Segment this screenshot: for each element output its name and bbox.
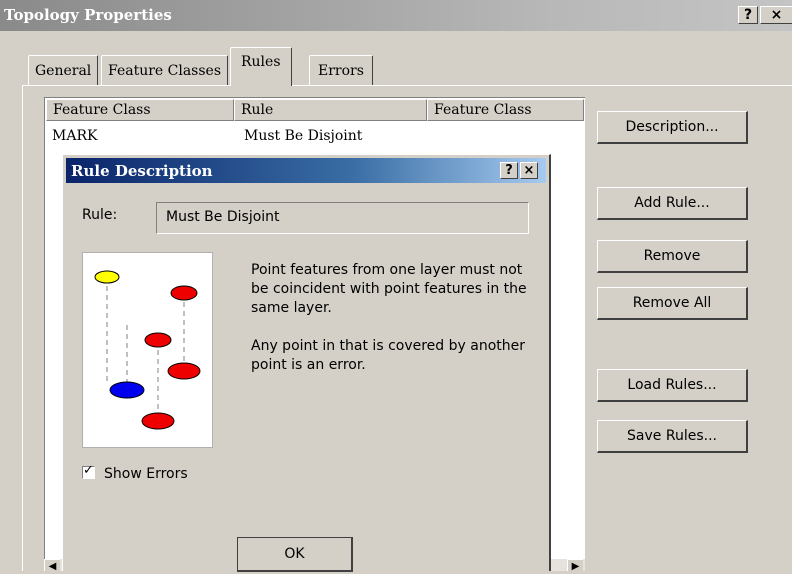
tab-rules[interactable]: Rules (230, 47, 292, 86)
rule-diagram-image (82, 252, 213, 448)
disjoint-points-illustration (94, 270, 201, 430)
dialog-close-button[interactable]: × (520, 162, 538, 179)
remove-all-button[interactable]: Remove All (597, 287, 748, 320)
save-rules-button[interactable]: Save Rules... (597, 420, 748, 453)
ok-button[interactable]: OK (237, 537, 353, 572)
red-point-icon (170, 285, 198, 301)
rule-description-text: Point features from one layer must not b… (251, 261, 531, 394)
yellow-point-icon (94, 270, 120, 284)
red-point-icon (167, 362, 201, 380)
help-button[interactable]: ? (738, 6, 758, 24)
load-rules-button[interactable]: Load Rules... (597, 369, 748, 402)
remove-button[interactable]: Remove (597, 240, 748, 273)
description-paragraph-1: Point features from one layer must not b… (251, 262, 527, 316)
show-errors-label: Show Errors (104, 466, 188, 482)
window-title: Topology Properties (4, 6, 172, 24)
show-errors-checkbox[interactable]: ✓ Show Errors (82, 463, 188, 482)
add-rule-button[interactable]: Add Rule... (597, 187, 748, 220)
checkbox-checked-icon[interactable]: ✓ (82, 463, 95, 479)
column-header-feature-class[interactable]: Feature Class (46, 99, 234, 121)
row-feature-class: MARK (52, 128, 98, 144)
scroll-right-arrow-icon[interactable]: ▶ (567, 559, 583, 572)
rule-description-dialog: Rule Description ? × Rule: Must Be Disjo… (62, 154, 551, 572)
description-button[interactable]: Description... (597, 111, 748, 144)
scroll-left-arrow-icon[interactable]: ◀ (44, 559, 60, 572)
rule-label: Rule: (82, 207, 118, 223)
row-rule: Must Be Disjoint (244, 128, 363, 144)
dialog-title: Rule Description (71, 162, 213, 180)
column-header-feature-class-2[interactable]: Feature Class (427, 99, 584, 121)
tab-errors[interactable]: Errors (309, 55, 373, 86)
tab-general[interactable]: General (28, 55, 99, 86)
dialog-titlebar: Rule Description ? × (66, 158, 546, 183)
blue-point-icon (109, 381, 145, 399)
close-button[interactable]: × (760, 6, 792, 24)
red-point-icon (144, 332, 172, 348)
red-point-icon (141, 412, 175, 430)
tab-feature-classes[interactable]: Feature Classes (101, 55, 229, 86)
window-titlebar: Topology Properties ? × (0, 0, 792, 31)
description-paragraph-2: Any point in that is covered by another … (251, 338, 525, 373)
rule-name-field: Must Be Disjoint (156, 202, 529, 234)
dialog-help-button[interactable]: ? (500, 162, 518, 179)
column-header-rule[interactable]: Rule (234, 99, 427, 121)
